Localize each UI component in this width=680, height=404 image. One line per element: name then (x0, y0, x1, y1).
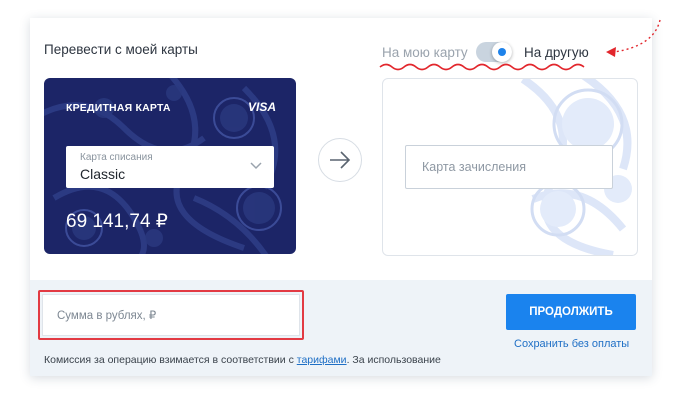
transfer-form: Перевести с моей карты На мою карту На д… (30, 18, 661, 376)
debit-card-select-label: Карта списания (80, 152, 153, 163)
source-card: КРЕДИТНАЯ КАРТА VISA Карта списания Clas… (44, 78, 296, 254)
wavy-underline-annotation (379, 63, 585, 71)
dotted-arrow-annotation (606, 19, 661, 57)
chevron-down-icon (250, 162, 262, 170)
toggle-label-other-card[interactable]: На другую (524, 45, 589, 60)
amount-highlight-annotation (38, 290, 304, 340)
commission-note: Комиссия за операцию взимается в соответ… (44, 354, 441, 366)
card-type-label: КРЕДИТНАЯ КАРТА (66, 102, 171, 114)
credit-card-placeholder: Карта зачисления (422, 160, 526, 174)
destination-card: Карта зачисления (382, 78, 638, 256)
arrow-right-icon (330, 151, 351, 169)
visa-logo: VISA (247, 100, 276, 114)
form-title: Перевести с моей карты (44, 42, 198, 57)
debit-card-select[interactable]: Карта списания Classic (66, 146, 274, 188)
card-balance: 69 141,74 ₽ (66, 211, 168, 232)
toggle-knob (492, 42, 512, 62)
commission-text: Комиссия за операцию взимается в соответ… (44, 354, 297, 366)
swap-direction-button[interactable] (318, 138, 362, 182)
continue-button[interactable]: ПРОДОЛЖИТЬ (506, 294, 636, 330)
toggle-label-my-card[interactable]: На мою карту (382, 45, 468, 60)
debit-card-select-value: Classic (80, 166, 126, 182)
credit-card-input[interactable]: Карта зачисления (405, 145, 613, 189)
save-without-payment-link[interactable]: Сохранить без оплаты (514, 338, 629, 350)
tariffs-link[interactable]: тарифами (297, 354, 347, 366)
destination-toggle[interactable] (476, 42, 512, 62)
commission-text-end: . За использование (346, 354, 441, 366)
